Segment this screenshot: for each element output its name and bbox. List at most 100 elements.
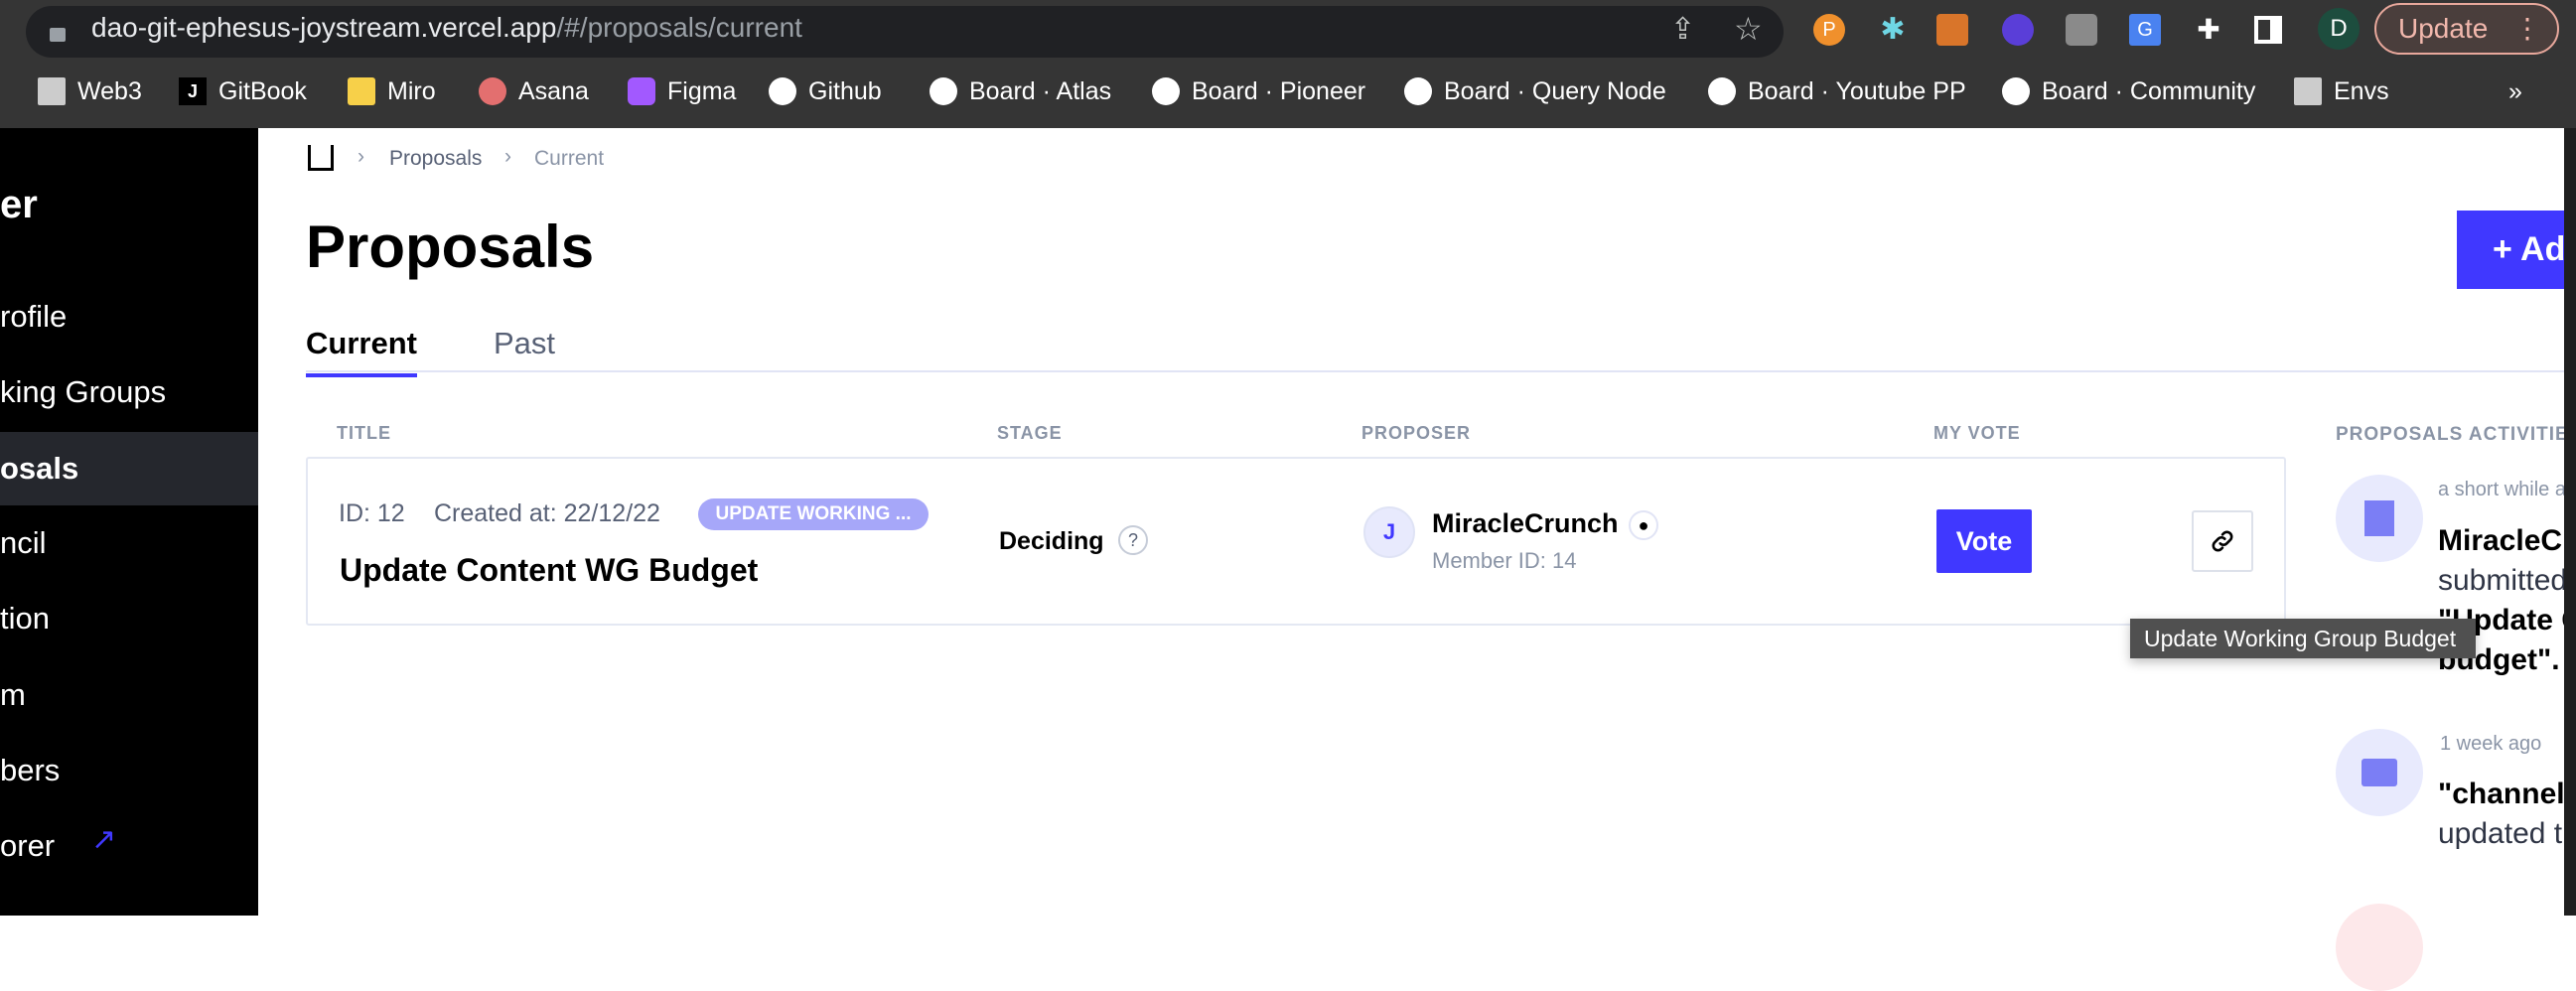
tabs-divider xyxy=(306,370,2576,372)
proposal-stage: Deciding xyxy=(999,527,1104,555)
bookmark-label: Github xyxy=(808,76,882,105)
puzzle-extensions-icon[interactable]: ✚ xyxy=(2193,14,2224,46)
activity-time: 1 week ago xyxy=(2440,733,2542,755)
bookmark-label: Web3 xyxy=(77,76,142,105)
bookmark-gitbook[interactable]: J GitBook xyxy=(179,70,307,113)
copy-link-button[interactable] xyxy=(2192,510,2253,572)
ghost-extension-icon[interactable] xyxy=(2002,14,2034,46)
activity-icon-circle xyxy=(2336,729,2423,816)
proposer-name[interactable]: MiracleCrunch xyxy=(1432,508,1619,539)
translate-extension-icon[interactable]: G xyxy=(2129,14,2161,46)
bookmark-board-youtube-pp[interactable]: Board · Youtube PP xyxy=(1708,70,1966,113)
bookmark-web3[interactable]: Web3 xyxy=(38,70,142,113)
sidebar-item-members[interactable]: bers xyxy=(0,734,258,807)
bookmark-asana[interactable]: Asana xyxy=(479,70,589,113)
folder-icon xyxy=(38,77,66,105)
activity-member[interactable]: MiracleCr xyxy=(2438,521,2574,561)
column-header-title: TITLE xyxy=(337,423,391,443)
bookmark-figma[interactable]: Figma xyxy=(628,70,736,113)
add-proposal-button[interactable]: + Ad xyxy=(2457,211,2576,289)
activity-group-link[interactable]: "channel- xyxy=(2438,775,2575,814)
help-icon[interactable]: ? xyxy=(1118,525,1148,555)
folder-icon xyxy=(2294,77,2322,105)
bookmark-label: Asana xyxy=(518,76,589,105)
bookmark-label: Miro xyxy=(387,76,436,105)
tab-past[interactable]: Past xyxy=(494,326,555,361)
more-vert-icon: ⋮ xyxy=(2513,13,2541,44)
briefcase-icon xyxy=(2361,759,2397,786)
update-button[interactable]: Update ⋮ xyxy=(2374,3,2559,55)
home-icon[interactable] xyxy=(308,145,334,171)
activity-time: a short while a xyxy=(2438,479,2566,500)
github-icon xyxy=(1708,77,1736,105)
breadcrumb-separator: › xyxy=(358,145,364,168)
sidebar-item-proposals[interactable]: osals xyxy=(0,432,258,505)
proposer-avatar[interactable]: J xyxy=(1363,506,1415,558)
bookmark-star-icon[interactable]: ☆ xyxy=(1734,10,1763,48)
bookmark-miro[interactable]: Miro xyxy=(348,70,436,113)
figma-icon xyxy=(628,77,655,105)
bookmark-label: Board · Atlas xyxy=(969,76,1112,105)
sidebar-item-council[interactable]: ncil xyxy=(0,506,258,580)
breadcrumb-separator: › xyxy=(504,145,511,168)
column-header-proposer: PROPOSER xyxy=(1361,423,1472,443)
activities-header: PROPOSALS ACTIVITIES xyxy=(2336,424,2576,445)
plus-icon: + xyxy=(2493,230,2521,268)
activity-icon-circle xyxy=(2336,475,2423,562)
camera-extension-icon[interactable] xyxy=(2066,14,2097,46)
bookmark-board-atlas[interactable]: Board · Atlas xyxy=(930,70,1111,113)
tooltip: Update Working Group Budget xyxy=(2130,619,2476,658)
sidebar-brand: er xyxy=(0,183,38,226)
breadcrumb-proposals[interactable]: Proposals xyxy=(389,147,482,171)
github-icon xyxy=(1404,77,1432,105)
asterisk-extension-icon[interactable]: ✱ xyxy=(1877,14,1909,46)
window-edge xyxy=(2564,128,2576,916)
bookmark-label: GitBook xyxy=(218,76,307,105)
bookmark-envs[interactable]: Envs xyxy=(2294,70,2389,113)
activity-icon-circle xyxy=(2336,904,2423,991)
sidebar-item-election[interactable]: tion xyxy=(0,582,258,655)
proposal-type-badge: UPDATE WORKING ... xyxy=(698,498,929,530)
sidebar-item-working-groups[interactable]: king Groups xyxy=(0,355,258,429)
bookmark-github[interactable]: Github xyxy=(769,70,882,113)
polkadot-extension-icon[interactable]: P xyxy=(1813,14,1845,46)
member-icon[interactable]: ● xyxy=(1629,510,1658,540)
sidebar-item-explorer[interactable]: orer xyxy=(0,809,55,883)
bookmark-board-pioneer[interactable]: Board · Pioneer xyxy=(1152,70,1365,113)
lock-icon xyxy=(50,20,66,42)
miro-icon xyxy=(348,77,375,105)
github-icon xyxy=(2002,77,2030,105)
door-icon xyxy=(2364,500,2394,536)
bookmark-board-query-node[interactable]: Board · Query Node xyxy=(1404,70,1666,113)
tab-current[interactable]: Current xyxy=(306,326,417,377)
link-icon xyxy=(2212,530,2233,552)
sidebar-item-profile[interactable]: rofile xyxy=(0,280,258,354)
bookmark-label: Board · Query Node xyxy=(1444,76,1666,105)
share-icon[interactable]: ⇪ xyxy=(1670,12,1695,47)
asana-icon xyxy=(479,77,506,105)
vote-button[interactable]: Vote xyxy=(1936,509,2032,573)
profile-avatar[interactable]: D xyxy=(2318,8,2360,50)
add-proposal-label: Ad xyxy=(2520,230,2566,268)
sidebar-item-forum[interactable]: m xyxy=(0,658,258,732)
column-header-my-vote: MY VOTE xyxy=(1933,423,2021,443)
breadcrumb-current: Current xyxy=(534,147,605,170)
bookmark-label: Figma xyxy=(667,76,737,105)
bookmark-board-community[interactable]: Board · Community xyxy=(2002,70,2255,113)
proposal-created-at: Created at: 22/12/22 xyxy=(434,499,660,527)
url-path: /#/proposals/current xyxy=(556,12,802,43)
external-link-icon: ↗ xyxy=(91,823,117,856)
page-title: Proposals xyxy=(306,213,595,280)
url-host: dao-git-ephesus-joystream.vercel.app xyxy=(91,12,557,43)
bookmarks-overflow[interactable]: » xyxy=(2508,70,2522,113)
github-icon xyxy=(769,77,796,105)
proposer-member-id: Member ID: 14 xyxy=(1432,548,1577,573)
url-text[interactable]: dao-git-ephesus-joystream.vercel.app/#/p… xyxy=(91,12,802,44)
metamask-icon[interactable] xyxy=(1936,14,1968,46)
update-label: Update xyxy=(2398,13,2489,44)
activity-text: updated t xyxy=(2438,817,2563,850)
bookmark-label: Board · Pioneer xyxy=(1192,76,1366,105)
column-header-stage: STAGE xyxy=(997,423,1063,443)
sidebar-toggle-icon[interactable] xyxy=(2254,16,2282,44)
proposal-title[interactable]: Update Content WG Budget xyxy=(340,552,758,589)
